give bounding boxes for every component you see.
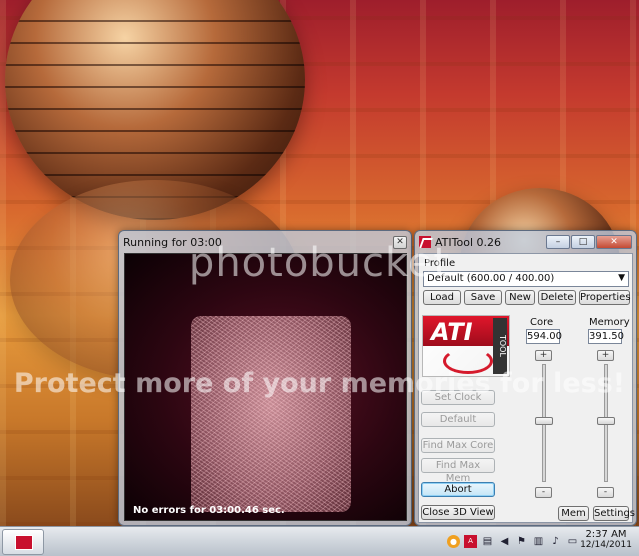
flag-icon[interactable]: ⚑ [515,535,528,548]
atitool-window[interactable]: ATITool 0.26 – □ ✕ Profile Default (600.… [414,230,637,526]
profile-dropdown[interactable]: Default (600.00 / 400.00) ▼ [423,271,629,287]
document-icon[interactable]: ▤ [481,535,494,548]
profile-dropdown-value: Default (600.00 / 400.00) [427,273,555,284]
3d-render-view: No errors for 03:00.46 sec. [124,253,407,521]
default-button[interactable]: Default [421,412,495,427]
mem-button[interactable]: Mem [558,506,589,521]
render-status-text: No errors for 03:00.46 sec. [133,505,285,516]
running-3d-window[interactable]: Running for 03:00 ✕ No errors for 03:00.… [118,230,412,526]
network-icon[interactable]: ▥ [532,535,545,548]
atitool-body: Profile Default (600.00 / 400.00) ▼ Load… [418,253,635,523]
volume-icon[interactable]: ◀ [498,535,511,548]
running-window-titlebar[interactable]: Running for 03:00 ✕ [119,231,411,253]
window-caption-buttons: – □ ✕ [546,235,632,249]
load-button[interactable]: Load [423,290,461,305]
close-3d-view-button[interactable]: Close 3D View [421,505,495,520]
clock-date: 12/14/2011 [580,540,632,550]
find-max-core-button[interactable]: Find Max Core [421,438,495,453]
memory-clock-value[interactable]: 391.50 [588,329,624,344]
profile-label: Profile [424,258,456,269]
core-label: Core [530,317,554,328]
taskbar-atitool-button[interactable] [2,529,44,555]
memory-slider-thumb[interactable] [597,417,615,425]
memory-label: Memory [589,317,630,328]
speaker-icon[interactable]: ♪ [549,535,562,548]
properties-button[interactable]: Properties [579,290,631,305]
settings-button[interactable]: Settings [593,506,635,521]
running-window-title: Running for 03:00 [123,235,222,249]
ati-logo-word: ATI [431,318,473,346]
core-clock-value[interactable]: 594.00 [526,329,562,344]
find-max-mem-button[interactable]: Find Max Mem [421,458,495,484]
ati-app-icon [419,236,431,248]
set-clock-button[interactable]: Set Clock [421,390,495,405]
core-increase-button[interactable]: + [535,350,552,361]
ati-logo-tool: TOOL [493,318,507,374]
taskbar-clock[interactable]: 2:37 AM 12/14/2011 [577,529,635,550]
abort-button[interactable]: Abort [421,482,495,497]
atitool-titlebar[interactable]: ATITool 0.26 – □ ✕ [415,231,636,253]
clock-time: 2:37 AM [585,529,627,540]
new-button[interactable]: New [505,290,535,305]
notification-icon[interactable]: ● [447,535,460,548]
close-icon[interactable]: ✕ [596,235,632,249]
delete-button[interactable]: Delete [538,290,576,305]
taskbar: ● A ▤ ◀ ⚑ ▥ ♪ ▭ 2:37 AM 12/14/2011 [0,526,639,556]
ati-tray-icon[interactable]: A [464,535,477,548]
atitool-title: ATITool 0.26 [435,235,501,249]
fur-cube-render [191,316,351,512]
close-icon[interactable]: ✕ [393,235,407,249]
save-button[interactable]: Save [464,290,502,305]
maximize-icon[interactable]: □ [571,235,595,249]
memory-increase-button[interactable]: + [597,350,614,361]
ati-logo: ATI TOOL [422,315,510,377]
chevron-down-icon: ▼ [618,273,625,283]
ati-logo-swirl [443,348,493,374]
ati-app-icon [15,535,33,550]
core-decrease-button[interactable]: - [535,487,552,498]
core-slider-thumb[interactable] [535,417,553,425]
system-tray: ● A ▤ ◀ ⚑ ▥ ♪ ▭ [447,535,579,548]
memory-decrease-button[interactable]: - [597,487,614,498]
minimize-icon[interactable]: – [546,235,570,249]
